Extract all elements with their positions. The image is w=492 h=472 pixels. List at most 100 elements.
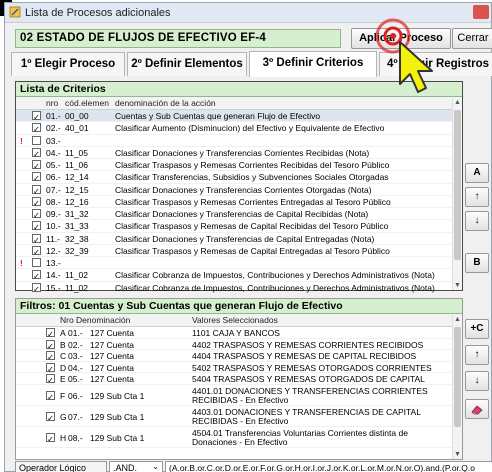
criteria-checkbox[interactable] xyxy=(32,184,41,194)
filter-row[interactable]: E05.- 127 Cuenta 5404 TRASPASOS Y REMESAS … xyxy=(16,373,462,385)
operator-expression-field[interactable]: (A.or.B.or.C.or.D.or.E.or.F.or.G.or.H.or… xyxy=(165,461,492,472)
apply-process-button[interactable]: Aplicar Proceso xyxy=(351,28,451,49)
operator-label: Operador Lógico xyxy=(15,461,107,472)
scroll-up-arrow[interactable]: ▲ xyxy=(454,316,461,323)
criteria-add-a-button[interactable]: A xyxy=(465,163,489,183)
criteria-row[interactable]: 05.- 11_06 Clasificar Traspasos y Remesas … xyxy=(16,159,462,172)
filters-scrollbar[interactable]: ▲ ▼ xyxy=(452,315,462,459)
scroll-down-arrow[interactable]: ▼ xyxy=(454,282,461,289)
filter-checkbox[interactable] xyxy=(46,362,55,372)
filter-row[interactable]: C03.- 127 Cuenta 4404 TRASPASOS Y REMESAS … xyxy=(16,350,462,362)
criteria-row[interactable]: 04.- 11_05 Clasificar Donaciones y Transfe… xyxy=(16,147,462,159)
filter-row[interactable]: G07.-129 Sub Cta 14403.01 DONACIONES Y T… xyxy=(16,406,462,427)
filter-letter: H xyxy=(60,432,67,443)
scroll-down-arrow[interactable]: ▼ xyxy=(454,451,461,458)
criteria-row[interactable]: 15.- 11_02 Clasificar Cobranza de Impuesto… xyxy=(16,282,462,294)
criteria-nro: 11.- xyxy=(46,233,61,244)
criteria-checkbox[interactable] xyxy=(32,245,41,255)
filter-letter: D xyxy=(60,362,67,373)
criteria-nro: 15.- xyxy=(46,282,61,293)
operator-select[interactable]: .AND. ⌄ xyxy=(109,461,163,472)
filter-row[interactable]: B02.- 127 Cuenta 4402 TRASPASOS Y REMESAS … xyxy=(16,339,462,350)
criteria-action: Clasificar Traspasos y Remesas Corriente… xyxy=(115,160,390,170)
col-filter-nro: Nro xyxy=(60,315,74,325)
filter-nro: 08.- xyxy=(68,432,83,443)
criteria-checkbox[interactable] xyxy=(32,135,41,145)
close-button[interactable]: Cerrar xyxy=(452,28,492,49)
filter-clear-button[interactable] xyxy=(465,399,489,419)
filter-nro: 02.- xyxy=(68,339,83,350)
criteria-code: 31_32 xyxy=(65,209,89,219)
criteria-checkbox[interactable] xyxy=(32,282,41,292)
criteria-row[interactable]: 07.- 12_15 Clasificar Donaciones y Transfe… xyxy=(16,184,462,196)
criteria-checkbox[interactable] xyxy=(32,196,41,206)
scroll-up-arrow[interactable]: ▲ xyxy=(454,99,461,106)
criteria-row[interactable]: ! 03.- xyxy=(16,135,462,147)
criteria-code: 00_00 xyxy=(65,111,89,121)
criteria-checkbox[interactable] xyxy=(32,147,41,157)
criteria-action: Clasificar Traspasos y Remesas Corriente… xyxy=(115,196,391,207)
filter-move-down-button[interactable]: ↓ xyxy=(465,371,489,391)
filter-denom: 127 Cuenta xyxy=(90,362,134,373)
scroll-thumb[interactable] xyxy=(454,110,461,260)
filters-panel: Filtros: 01 Cuentas y Sub Cuentas que ge… xyxy=(15,298,463,460)
filter-letter: B xyxy=(60,339,66,350)
criteria-nro: 01.- xyxy=(46,111,61,121)
criteria-nro: 03.- xyxy=(46,135,61,146)
col-action: denominación de la acción xyxy=(115,98,216,108)
filter-denom: 127 Cuenta xyxy=(90,351,134,361)
filter-value: 1101 CAJA Y BANCOS xyxy=(192,328,280,338)
criteria-checkbox[interactable] xyxy=(32,111,41,120)
scroll-thumb[interactable] xyxy=(454,327,461,427)
close-window-button[interactable] xyxy=(473,5,489,19)
filter-checkbox[interactable] xyxy=(46,411,55,421)
criteria-row[interactable]: 09.- 31_32 Clasificar Donaciones y Transfe… xyxy=(16,208,462,221)
criteria-row[interactable]: 14.- 11_02 Clasificar Cobranza de Impuesto… xyxy=(16,269,462,282)
criteria-row[interactable]: 06.- 12_14 Clasificar Transferencias, Subs… xyxy=(16,171,462,184)
criteria-checkbox[interactable] xyxy=(32,209,41,218)
filter-checkbox[interactable] xyxy=(46,339,55,349)
criteria-checkbox[interactable] xyxy=(32,160,41,169)
criteria-move-down-button[interactable]: ↓ xyxy=(465,211,489,231)
criteria-checkbox[interactable] xyxy=(32,123,41,133)
col-code: cód.elemen xyxy=(65,98,109,108)
filter-checkbox[interactable] xyxy=(46,328,55,337)
tab-elegir-proceso[interactable]: 1º Elegir Proceso xyxy=(11,52,125,76)
criteria-add-b-button[interactable]: B xyxy=(465,253,489,273)
filter-nro: 04.- xyxy=(68,362,83,373)
criteria-checkbox[interactable] xyxy=(32,221,41,231)
filter-row[interactable]: H08.-129 Sub Cta 14504.01 Transferencias… xyxy=(16,427,462,448)
filter-checkbox[interactable] xyxy=(46,374,55,383)
criteria-row[interactable]: 02.- 40_01 Clasificar Aumento (Disminucion… xyxy=(16,122,462,135)
tab-elegir-registros[interactable]: 4º Elegir Registros xyxy=(379,52,492,76)
tab-definir-elementos[interactable]: 2º Definir Elementos xyxy=(127,52,247,76)
filter-add-button[interactable]: +C xyxy=(465,319,489,339)
criteria-code: 12_15 xyxy=(65,184,89,195)
tab-definir-criterios[interactable]: 3º Definir Criterios xyxy=(249,51,377,77)
criteria-checkbox[interactable] xyxy=(32,270,41,280)
criteria-checkbox[interactable] xyxy=(32,233,41,243)
warning-mark-icon: ! xyxy=(20,258,23,268)
criteria-move-up-button[interactable]: ↑ xyxy=(465,187,489,207)
filter-value: 5404 TRASPASOS Y REMESAS OTORGADOS DE CA… xyxy=(192,374,425,384)
criteria-row[interactable]: 12.- 32_39 Clasificar Traspasos y Remesas … xyxy=(16,245,462,257)
filter-checkbox[interactable] xyxy=(46,432,55,442)
filter-row[interactable]: D04.- 127 Cuenta 5402 TRASPASOS Y REMESAS … xyxy=(16,362,462,373)
criteria-row[interactable]: 01.- 00_00 Cuentas y Sub Cuentas que gener… xyxy=(16,110,462,123)
criteria-checkbox[interactable] xyxy=(32,172,41,182)
criteria-row[interactable]: 11.- 32_38 Clasificar Donaciones y Transfe… xyxy=(16,233,462,245)
filter-checkbox[interactable] xyxy=(46,351,55,360)
filter-value: 4402 TRASPASOS Y REMESAS CORRIENTES RECI… xyxy=(192,339,424,350)
filter-checkbox[interactable] xyxy=(46,390,55,400)
filter-row[interactable]: F06.-129 Sub Cta 14401.01 DONACIONES Y T… xyxy=(16,385,462,406)
criteria-code: 32_38 xyxy=(65,233,89,244)
filter-row[interactable]: A01.- 127 Cuenta 1101 CAJA Y BANCOS xyxy=(16,327,462,339)
filter-move-up-button[interactable]: ↑ xyxy=(465,345,489,365)
criteria-checkbox[interactable] xyxy=(32,258,41,267)
criteria-row[interactable]: ! 13.- xyxy=(16,257,462,270)
criteria-row[interactable]: 08.- 12_16 Clasificar Traspasos y Remesas … xyxy=(16,196,462,208)
criteria-grid: nro cód.elemen denominación de la acción… xyxy=(16,97,462,294)
criteria-scrollbar[interactable]: ▲ ▼ xyxy=(452,98,462,290)
filter-value-line2: RECIBIDAS - En Efectivo xyxy=(192,415,289,426)
criteria-row[interactable]: 10.- 31_33 Clasificar Traspasos y Remesas … xyxy=(16,220,462,233)
